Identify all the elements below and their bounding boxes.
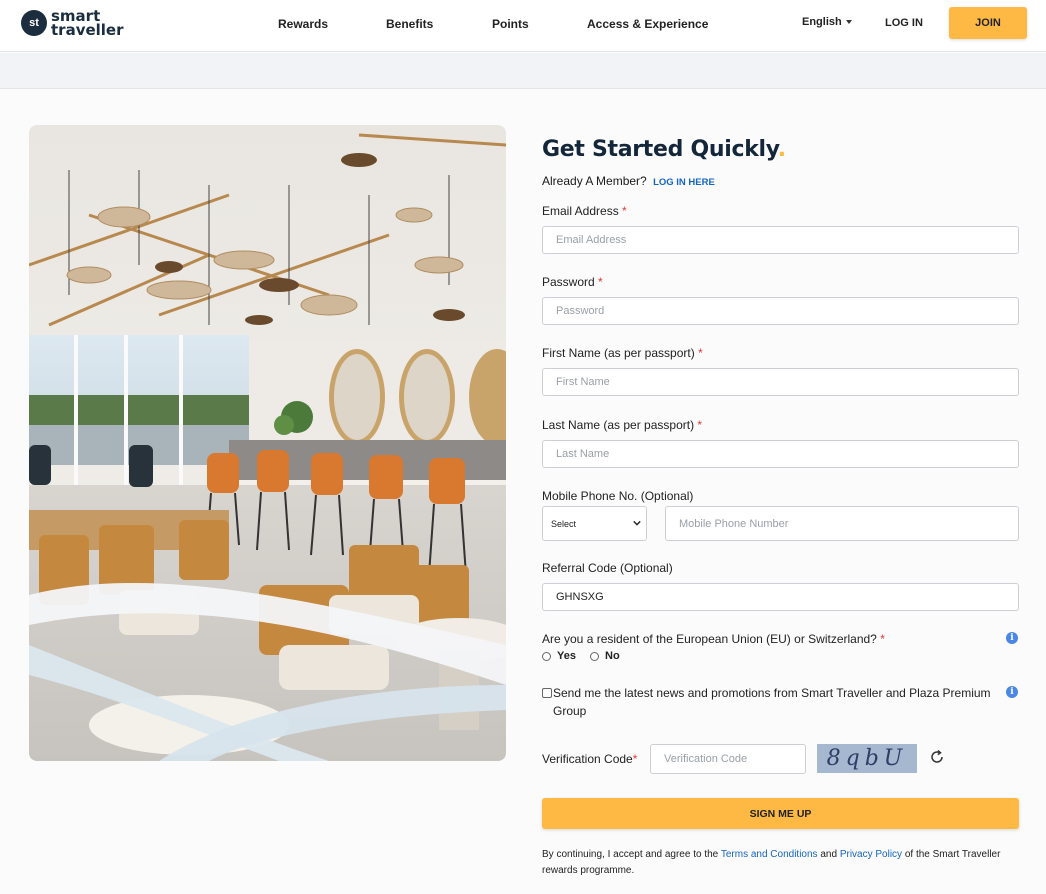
logo-text-traveller: traveller [51,21,124,39]
logo-wordmark: smart traveller [51,9,124,39]
nav-rewards[interactable]: Rewards [278,17,328,31]
password-label-text: Password [542,275,595,289]
last-name-label: Last Name (as per passport) * [542,418,702,432]
first-name-label-text: First Name (as per passport) [542,346,695,360]
last-name-label-text: Last Name (as per passport) [542,418,695,432]
breadcrumb-band [0,53,1046,89]
smart-traveller-logo[interactable]: st smart traveller [21,9,124,39]
required-marker: * [622,204,627,218]
page-title-dot: . [777,137,786,162]
top-nav-bar: st smart traveller Rewards Benefits Poin… [0,0,1046,52]
terms-text-and: and [820,849,838,860]
last-name-field[interactable]: Last Name [542,440,1019,468]
required-marker: * [632,752,638,766]
verification-label-text: Verification Code [542,752,633,766]
terms-notice: By continuing, I accept and agree to the… [542,847,1022,879]
country-code-select[interactable]: Select [542,506,647,541]
required-marker: * [598,275,603,289]
info-icon[interactable]: i [1006,632,1018,644]
password-label: Password * [542,275,603,289]
first-name-field[interactable]: First Name [542,368,1019,396]
first-name-label: First Name (as per passport) * [542,346,703,360]
country-code-value: Select [551,518,577,529]
referral-label: Referral Code (Optional) [542,561,673,575]
nav-access-experience[interactable]: Access & Experience [587,17,708,31]
eu-yes-label[interactable]: Yes [557,650,576,662]
eu-resident-question: Are you a resident of the European Union… [542,632,885,646]
member-prompt-text: Already A Member? [542,174,647,188]
terms-text-before: By continuing, I accept and agree to the [542,849,719,860]
member-prompt: Already A Member? LOG IN HERE [542,174,715,188]
eu-no-label[interactable]: No [605,650,620,662]
login-link[interactable]: LOG IN [885,17,923,29]
password-field[interactable]: Password [542,297,1019,325]
email-label-text: Email Address [542,204,619,218]
required-marker: * [880,632,885,646]
privacy-policy-link[interactable]: Privacy Policy [840,849,902,860]
newsletter-label[interactable]: Send me the latest news and promotions f… [553,684,993,720]
email-field[interactable]: Email Address [542,226,1019,254]
caret-down-icon [845,20,852,25]
verification-label: Verification Code* [542,752,637,766]
nav-benefits[interactable]: Benefits [386,17,433,31]
eu-no-radio[interactable] [590,652,599,661]
mobile-phone-field[interactable]: Mobile Phone Number [665,506,1019,541]
captcha-image: 8qbU [817,744,917,773]
lounge-photo [29,125,506,761]
eu-question-text: Are you a resident of the European Union… [542,632,877,646]
info-icon[interactable]: i [1006,686,1018,698]
page-title: Get Started Quickly. [542,137,786,162]
language-label: English [802,16,842,28]
join-button[interactable]: JOIN [949,7,1027,39]
logo-badge: st [21,10,47,36]
nav-points[interactable]: Points [492,17,529,31]
sign-me-up-button[interactable]: SIGN ME UP [542,798,1019,829]
eu-yes-radio[interactable] [542,652,551,661]
verification-code-field[interactable]: Verification Code [650,744,806,774]
mobile-label: Mobile Phone No. (Optional) [542,489,694,503]
required-marker: * [697,418,703,432]
refresh-icon[interactable] [929,749,945,765]
page-title-text: Get Started Quickly [542,137,778,162]
terms-conditions-link[interactable]: Terms and Conditions [721,849,818,860]
newsletter-checkbox[interactable] [542,688,552,698]
language-selector[interactable]: English [802,16,852,28]
required-marker: * [698,346,703,360]
email-label: Email Address * [542,204,627,218]
referral-code-field[interactable]: GHNSXG [542,583,1019,611]
chevron-down-icon [633,520,641,526]
login-here-link[interactable]: LOG IN HERE [653,177,715,188]
